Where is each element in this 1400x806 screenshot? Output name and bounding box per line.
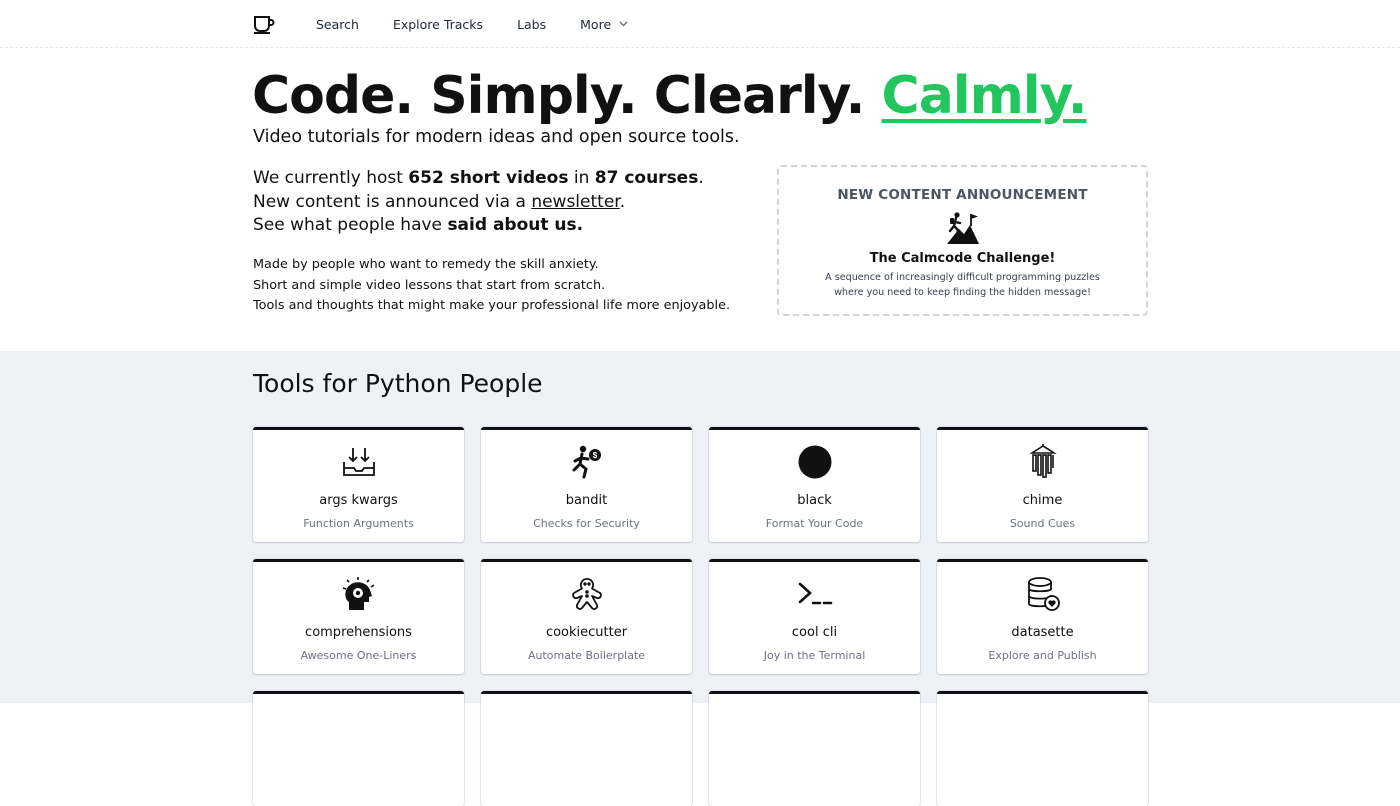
tool-description: Function Arguments — [303, 517, 414, 530]
announcement-desc-line: where you need to keep finding the hidde… — [834, 287, 1091, 298]
stats-line-1: We currently host 652 short videos in 87… — [253, 167, 704, 191]
testimonial-prefix: See what people have — [253, 215, 443, 235]
tool-description: Joy in the Terminal — [763, 649, 866, 662]
testimonials-link[interactable]: said about us. — [447, 215, 583, 235]
inbox-arrows-icon — [341, 444, 377, 480]
course-count: 87 courses — [594, 168, 699, 188]
tool-description: Explore and Publish — [988, 649, 1097, 662]
nav-more-label: More — [580, 16, 612, 32]
tool-card-args-kwargs[interactable]: args kwargs Function Arguments — [253, 427, 464, 542]
tool-name: chime — [1022, 493, 1063, 508]
gingerbread-icon — [569, 576, 605, 612]
database-heart-icon — [1025, 576, 1061, 612]
black-circle-icon — [797, 444, 833, 480]
stats-prefix: We currently host — [253, 168, 403, 188]
stats-mid: in — [573, 168, 590, 188]
tool-card-comprehensions[interactable]: comprehensions Awesome One-Liners — [253, 559, 464, 674]
tool-name: datasette — [1011, 625, 1074, 640]
tool-description: Format Your Code — [765, 517, 864, 530]
tool-card-black[interactable]: black Format Your Code — [709, 427, 920, 542]
teacup-icon[interactable] — [253, 14, 275, 34]
svg-text:$: $ — [593, 451, 598, 460]
nav-more-dropdown[interactable]: More — [580, 17, 628, 32]
tool-card-cool-cli[interactable]: cool cli Joy in the Terminal — [709, 559, 920, 674]
newsletter-end: . — [619, 191, 626, 212]
tool-description: Awesome One-Liners — [300, 649, 417, 662]
tool-card-partial[interactable] — [481, 691, 692, 806]
head-gear-icon — [341, 576, 377, 612]
newsletter-link[interactable]: newsletter — [531, 192, 619, 212]
tool-card-bandit[interactable]: $ bandit Checks for Security — [481, 427, 692, 542]
mission-line: Made by people who want to remedy the sk… — [253, 257, 599, 272]
tools-section: Tools for Python People args kwargs Func… — [0, 351, 1400, 806]
stats-line-2: New content is announced via a newslette… — [253, 191, 704, 215]
hero-title: Code. Simply. Clearly. Calmly. — [252, 64, 1087, 128]
announcement-heading: NEW CONTENT ANNOUNCEMENT — [837, 187, 1088, 203]
mountain-climber-flag-icon — [945, 211, 981, 245]
hero-title-main: Code. Simply. Clearly. — [252, 66, 865, 126]
chevron-down-icon — [619, 21, 628, 27]
mission-line: Tools and thoughts that might make your … — [253, 298, 731, 313]
tool-name: cookiecutter — [545, 625, 628, 640]
tool-card-chime[interactable]: chime Sound Cues — [937, 427, 1148, 542]
newsletter-prefix: New content is announced via a — [253, 191, 526, 212]
running-thief-icon: $ — [569, 444, 605, 480]
announcement-desc-line: A sequence of increasingly difficult pro… — [825, 272, 1100, 283]
tool-name: bandit — [565, 493, 608, 508]
tool-description: Sound Cues — [1009, 517, 1076, 530]
mission-text: Made by people who want to remedy the sk… — [253, 255, 730, 317]
tool-card-cookiecutter[interactable]: cookiecutter Automate Boilerplate — [481, 559, 692, 674]
tool-card-partial[interactable] — [709, 691, 920, 806]
nav-search-link[interactable]: Search — [316, 17, 359, 32]
hero-subtitle: Video tutorials for modern ideas and ope… — [253, 127, 740, 147]
tool-description: Automate Boilerplate — [527, 649, 646, 662]
hero-title-accent[interactable]: Calmly. — [882, 66, 1088, 126]
tools-section-title: Tools for Python People — [253, 369, 543, 398]
announcement-title: The Calmcode Challenge! — [869, 251, 1056, 266]
nav-explore-tracks-link[interactable]: Explore Tracks — [393, 17, 483, 32]
video-count: 652 short videos — [408, 168, 569, 188]
top-nav: Search Explore Tracks Labs More — [0, 0, 1400, 48]
mission-line: Short and simple video lessons that star… — [253, 277, 606, 293]
tool-name: args kwargs — [319, 493, 398, 508]
site-stats: We currently host 652 short videos in 87… — [253, 167, 704, 238]
tool-name: cool cli — [791, 625, 838, 640]
tool-name: comprehensions — [305, 625, 412, 640]
stats-end: . — [698, 168, 704, 188]
terminal-prompt-icon — [797, 576, 833, 612]
tool-name: black — [797, 493, 832, 508]
chimes-icon — [1025, 444, 1061, 480]
announcement-description: A sequence of increasingly difficult pro… — [779, 270, 1146, 300]
stats-line-3: See what people have said about us. — [253, 214, 704, 238]
announcement-box[interactable]: NEW CONTENT ANNOUNCEMENT The Calmcode Ch… — [777, 165, 1148, 316]
tool-card-partial[interactable] — [937, 691, 1148, 806]
nav-labs-link[interactable]: Labs — [517, 17, 546, 32]
tool-card-partial[interactable] — [253, 691, 464, 806]
tool-card-datasette[interactable]: datasette Explore and Publish — [937, 559, 1148, 674]
tool-description: Checks for Security — [533, 517, 640, 530]
